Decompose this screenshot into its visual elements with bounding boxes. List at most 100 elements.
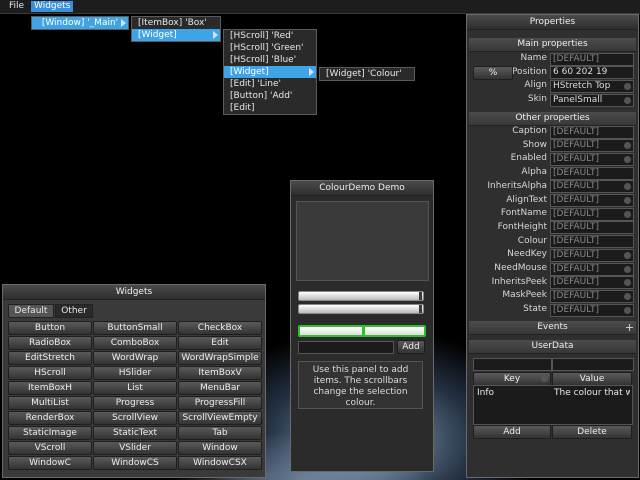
prop-combo-fontname[interactable]: [DEFAULT] (550, 207, 634, 221)
userdata-add-button[interactable]: Add (473, 425, 551, 439)
widget-button-tab[interactable]: Tab (178, 426, 262, 440)
menu-widgets[interactable]: Widgets (31, 1, 74, 12)
userdata-header[interactable]: UserData (469, 340, 636, 354)
line-edit[interactable] (298, 341, 394, 354)
widget-button-edit[interactable]: Edit (178, 336, 262, 350)
menu-item-hscroll-red[interactable]: [HScroll] 'Red' (224, 30, 316, 42)
widgets-panel-title[interactable]: Widgets (3, 285, 265, 300)
tab-default[interactable]: Default (8, 304, 54, 318)
widget-button-scrollviewempty[interactable]: ScrollViewEmpty (178, 411, 262, 425)
dropdown-icon (624, 96, 631, 104)
widget-button-vslider[interactable]: VSlider (93, 441, 177, 455)
column-key[interactable]: Key (473, 372, 551, 386)
widget-button-buttonsmall[interactable]: ButtonSmall (93, 321, 177, 335)
widget-button-hslider[interactable]: HSlider (93, 366, 177, 380)
widget-button-progress[interactable]: Progress (93, 396, 177, 410)
prop-label-caption: Caption (512, 126, 547, 136)
prop-value: PanelSmall (553, 94, 603, 105)
scroll-thumb[interactable] (362, 327, 365, 335)
colour-demo-window: ColourDemo Demo Add Use this panel to ad… (290, 180, 434, 472)
prop-value: [DEFAULT] (553, 126, 600, 137)
prop-combo-enabled[interactable]: [DEFAULT] (550, 152, 634, 166)
hscroll-red[interactable] (298, 291, 424, 301)
prop-edit-alpha[interactable]: [DEFAULT] (550, 166, 634, 180)
prop-value: [DEFAULT] (553, 53, 600, 64)
prop-combo-maskpeek[interactable]: [DEFAULT] (550, 289, 634, 303)
position-percent-button[interactable]: % (473, 65, 513, 80)
dropdown-icon (624, 306, 631, 314)
properties-title[interactable]: Properties (467, 15, 638, 30)
menu-level4: [Widget] 'Colour' (319, 67, 415, 81)
widget-button-windowcsx[interactable]: WindowCSX (178, 456, 262, 470)
prop-edit-caption[interactable]: [DEFAULT] (550, 125, 634, 139)
widget-button-wordwrapsimple[interactable]: WordWrapSimple (178, 351, 262, 365)
prop-combo-aligntext[interactable]: [DEFAULT] (550, 194, 634, 207)
scroll-thumb[interactable] (419, 305, 422, 313)
userdata-delete-button[interactable]: Delete (552, 425, 632, 439)
scroll-thumb[interactable] (419, 292, 422, 300)
add-button[interactable]: Add (397, 340, 425, 354)
prop-combo-inheritsalpha[interactable]: [DEFAULT] (550, 180, 634, 194)
widget-button-combobox[interactable]: ComboBox (93, 336, 177, 350)
menu-item-widget[interactable]: [Widget] (132, 29, 220, 41)
colour-demo-title[interactable]: ColourDemo Demo (291, 181, 433, 196)
widget-button-hscroll[interactable]: HScroll (8, 366, 92, 380)
prop-edit-name[interactable]: [DEFAULT] (550, 52, 634, 66)
widget-button-scrollview[interactable]: ScrollView (93, 411, 177, 425)
widget-button-window[interactable]: Window (178, 441, 262, 455)
prop-combo-show[interactable]: [DEFAULT] (550, 139, 634, 153)
events-header[interactable]: Events (469, 321, 636, 335)
menu-item-hscroll-blue[interactable]: [HScroll] 'Blue' (224, 54, 316, 66)
prop-combo-needkey[interactable]: [DEFAULT] (550, 248, 634, 262)
widget-button-windowcs[interactable]: WindowCS (93, 456, 177, 470)
widget-button-editstretch[interactable]: EditStretch (8, 351, 92, 365)
menu-item-window-main[interactable]: [Window] '_Main' (32, 17, 128, 29)
dropdown-icon (624, 265, 631, 273)
widget-button-windowc[interactable]: WindowC (8, 456, 92, 470)
menu-file[interactable]: File (6, 1, 27, 12)
userdata-value-input[interactable] (552, 358, 634, 371)
prop-combo-inheritspeek[interactable]: [DEFAULT] (550, 276, 634, 290)
column-value[interactable]: Value (552, 372, 632, 386)
widget-button-progressfill[interactable]: ProgressFill (178, 396, 262, 410)
prop-value: [DEFAULT] (553, 167, 600, 178)
menu-item-edit[interactable]: [Edit] (224, 102, 316, 114)
widget-button-staticimage[interactable]: StaticImage (8, 426, 92, 440)
widget-button-renderbox[interactable]: RenderBox (8, 411, 92, 425)
plus-icon[interactable] (626, 324, 633, 331)
menu-item-widget-colour[interactable]: [Widget] 'Colour' (320, 68, 414, 80)
userdata-key-input[interactable] (473, 358, 552, 371)
prop-combo-skin[interactable]: PanelSmall (550, 93, 634, 107)
menu-item-edit-line[interactable]: [Edit] 'Line' (224, 78, 316, 90)
menu-item-itembox[interactable]: [ItemBox] 'Box' (132, 17, 220, 29)
prop-combo-align[interactable]: HStretch Top (550, 79, 634, 93)
hscroll-green[interactable] (298, 304, 424, 314)
prop-combo-needmouse[interactable]: [DEFAULT] (550, 262, 634, 276)
widget-button-checkbox[interactable]: CheckBox (178, 321, 262, 335)
prop-label-fontheight: FontHeight (497, 221, 547, 232)
widget-button-list[interactable]: List (93, 381, 177, 395)
menu-bar: File Widgets (0, 0, 640, 14)
userdata-list[interactable]: Info The colour that w (473, 385, 633, 425)
widget-button-multilist[interactable]: MultiList (8, 396, 92, 410)
menu-item-hscroll-green[interactable]: [HScroll] 'Green' (224, 42, 316, 54)
prop-edit-fontheight[interactable]: [DEFAULT] (550, 221, 634, 235)
prop-edit-position[interactable]: 6 60 202 19 (550, 66, 634, 80)
other-properties-header[interactable]: Other properties (469, 112, 636, 126)
widget-button-vscroll[interactable]: VScroll (8, 441, 92, 455)
hscroll-blue[interactable] (298, 325, 426, 337)
widget-button-radiobox[interactable]: RadioBox (8, 336, 92, 350)
widget-button-button[interactable]: Button (8, 321, 92, 335)
widget-button-itemboxh[interactable]: ItemBoxH (8, 381, 92, 395)
prop-combo-state[interactable]: [DEFAULT] (550, 303, 634, 317)
prop-edit-colour[interactable]: [DEFAULT] (550, 235, 634, 249)
tab-other[interactable]: Other (55, 304, 93, 318)
menu-item-button-add[interactable]: [Button] 'Add' (224, 90, 316, 102)
widget-button-itemboxv[interactable]: ItemBoxV (178, 366, 262, 380)
widget-button-statictext[interactable]: StaticText (93, 426, 177, 440)
prop-label-fontname: FontName (500, 208, 547, 219)
widget-button-wordwrap[interactable]: WordWrap (93, 351, 177, 365)
widget-button-menubar[interactable]: MenuBar (178, 381, 262, 395)
menu-item-widget-sub[interactable]: [Widget] (224, 66, 316, 78)
main-properties-header[interactable]: Main properties (469, 38, 636, 52)
